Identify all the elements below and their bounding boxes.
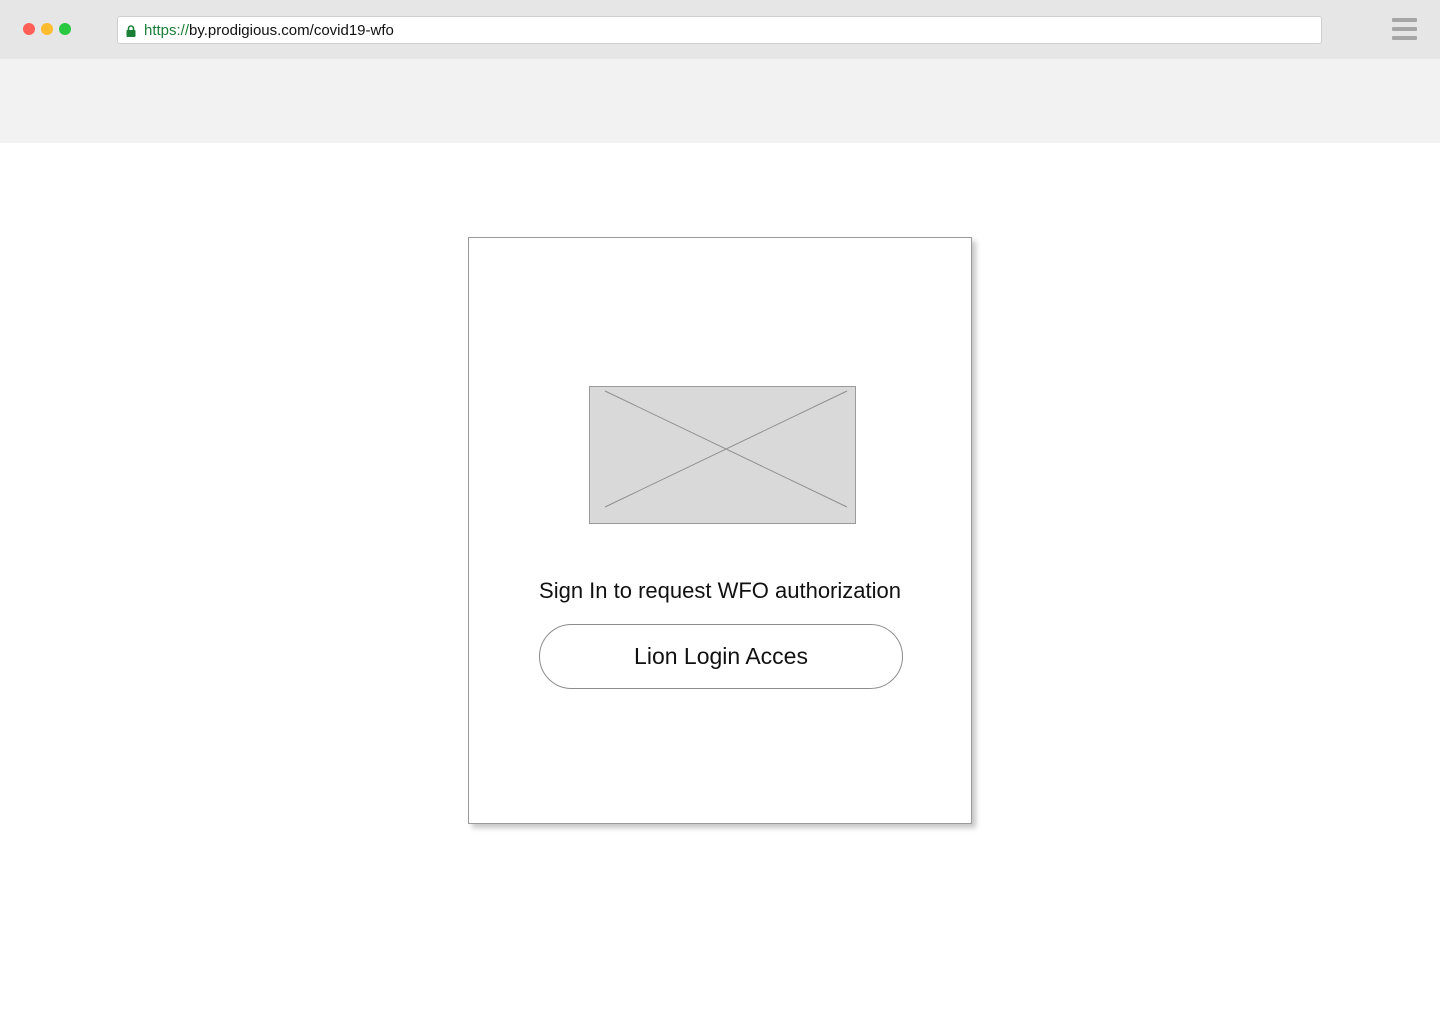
minimize-window-button[interactable]	[41, 23, 53, 35]
maximize-window-button[interactable]	[59, 23, 71, 35]
address-bar[interactable]: https://by.prodigious.com/covid19-wfo	[117, 16, 1322, 44]
login-card: Sign In to request WFO authorization Lio…	[468, 237, 972, 824]
lion-login-button[interactable]: Lion Login Acces	[539, 624, 903, 689]
lock-icon	[126, 24, 136, 37]
signin-prompt: Sign In to request WFO authorization	[539, 578, 901, 603]
page-header	[0, 59, 1440, 143]
image-placeholder-icon	[589, 386, 856, 524]
close-window-button[interactable]	[23, 23, 35, 35]
browser-toolbar: https://by.prodigious.com/covid19-wfo	[0, 0, 1440, 59]
url-scheme: https://	[144, 21, 190, 39]
url-path: by.prodigious.com/covid19-wfo	[189, 21, 394, 39]
hamburger-menu-icon[interactable]	[1392, 18, 1417, 40]
